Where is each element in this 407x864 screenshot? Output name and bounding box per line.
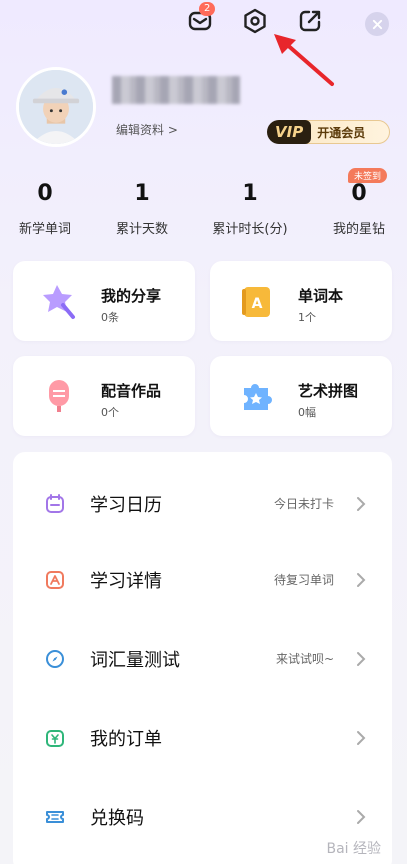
- menu-item-value: 来试试呗~: [275, 652, 334, 666]
- mail-button[interactable]: 2: [185, 2, 216, 36]
- menu-item-label: 学习详情: [90, 571, 162, 592]
- menu-item-redeem-code[interactable]: 兑换码: [13, 791, 392, 841]
- menu-item-vocabulary-test[interactable]: 词汇量测试 来试试呗~: [13, 633, 392, 683]
- menu-item-label: 我的订单: [90, 729, 162, 750]
- compass-icon: [46, 650, 64, 668]
- svg-text:A: A: [252, 296, 263, 312]
- stat-total-days[interactable]: 1 累计天数: [97, 180, 187, 237]
- avatar[interactable]: [16, 67, 96, 147]
- vip-cta-label: 开通会员: [317, 125, 366, 140]
- menu-item-study-calendar[interactable]: 学习日历 今日未打卡: [13, 478, 392, 528]
- close-icon: [372, 19, 382, 29]
- magic-wand-icon: [43, 285, 75, 319]
- mail-count-badge: 2: [199, 2, 216, 16]
- menu-item-label: 词汇量测试: [90, 650, 180, 671]
- stat-value: 0: [351, 181, 367, 206]
- menu-item-value: 今日未打卡: [273, 497, 334, 511]
- menu-item-my-orders[interactable]: 我的订单: [13, 712, 392, 762]
- card-count: 0条: [101, 311, 119, 324]
- card-count: 1个: [298, 311, 316, 324]
- annotation-arrow: [274, 34, 334, 86]
- card-count: 0幅: [298, 406, 316, 419]
- menu-item-study-details[interactable]: 学习详情 待复习单词: [13, 554, 392, 604]
- card-title: 配音作品: [101, 382, 162, 400]
- share-button[interactable]: [295, 6, 325, 36]
- card-title: 我的分享: [101, 287, 162, 305]
- card-word-book[interactable]: A 单词本 1个: [210, 261, 392, 341]
- card-my-shares[interactable]: 我的分享 0条: [13, 261, 195, 341]
- card-count: 0个: [101, 406, 119, 419]
- top-toolbar: 2: [0, 2, 407, 38]
- edit-profile-link[interactable]: 编辑资料 >: [116, 121, 178, 138]
- word-book-icon: A: [242, 287, 270, 317]
- stat-label: 我的星钻: [332, 222, 385, 237]
- watermark: Bai 经验: [326, 841, 381, 857]
- microphone-icon: [49, 380, 69, 412]
- stat-new-words[interactable]: 0 新学单词: [0, 180, 90, 237]
- calendar-icon: [46, 494, 64, 513]
- menu-item-label: 兑换码: [90, 808, 144, 829]
- card-title: 单词本: [298, 287, 344, 305]
- close-button[interactable]: [365, 12, 389, 36]
- stat-label: 累计天数: [115, 222, 168, 237]
- vip-button[interactable]: VIP 开通会员: [267, 120, 390, 144]
- stat-label: 累计时长(分): [212, 222, 288, 237]
- avatar-image: [19, 70, 93, 144]
- stat-value: 1: [242, 181, 258, 206]
- menu-list: 学习日历 今日未打卡 学习详情 待复习单词 词汇量测试 来试试呗~ 我的订单 兑…: [13, 452, 392, 864]
- study-detail-icon: [46, 571, 64, 589]
- chevron-right-icon: [357, 731, 366, 745]
- menu-item-label: 学习日历: [90, 495, 162, 516]
- card-title: 艺术拼图: [298, 382, 359, 400]
- stat-value: 1: [134, 181, 150, 206]
- sign-in-badge: 未签到: [348, 168, 388, 183]
- settings-button[interactable]: [240, 6, 270, 36]
- order-yuan-icon: [46, 730, 64, 747]
- ticket-icon: [46, 811, 64, 823]
- stat-label: 新学单词: [18, 222, 71, 237]
- chevron-right-icon: [357, 652, 366, 666]
- menu-item-value: 待复习单词: [273, 573, 334, 587]
- card-art-puzzle[interactable]: 艺术拼图 0幅: [210, 356, 392, 436]
- vip-logo: VIP: [267, 120, 312, 144]
- stat-total-minutes[interactable]: 1 累计时长(分): [205, 180, 295, 237]
- chevron-right-icon: [357, 573, 366, 587]
- gear-icon: [244, 8, 266, 34]
- stat-star-diamonds[interactable]: 未签到 0 我的星钻: [314, 168, 404, 237]
- share-external-icon: [299, 10, 321, 32]
- card-dubbing-works[interactable]: 配音作品 0个: [13, 356, 195, 436]
- username-blurred: [112, 76, 240, 104]
- puzzle-icon: [244, 384, 272, 410]
- chevron-right-icon: [357, 497, 366, 511]
- stat-value: 0: [37, 181, 53, 206]
- stats-row: 0 新学单词 1 累计天数 1 累计时长(分) 未签到 0 我的星钻: [0, 168, 407, 240]
- chevron-right-icon: [357, 810, 366, 824]
